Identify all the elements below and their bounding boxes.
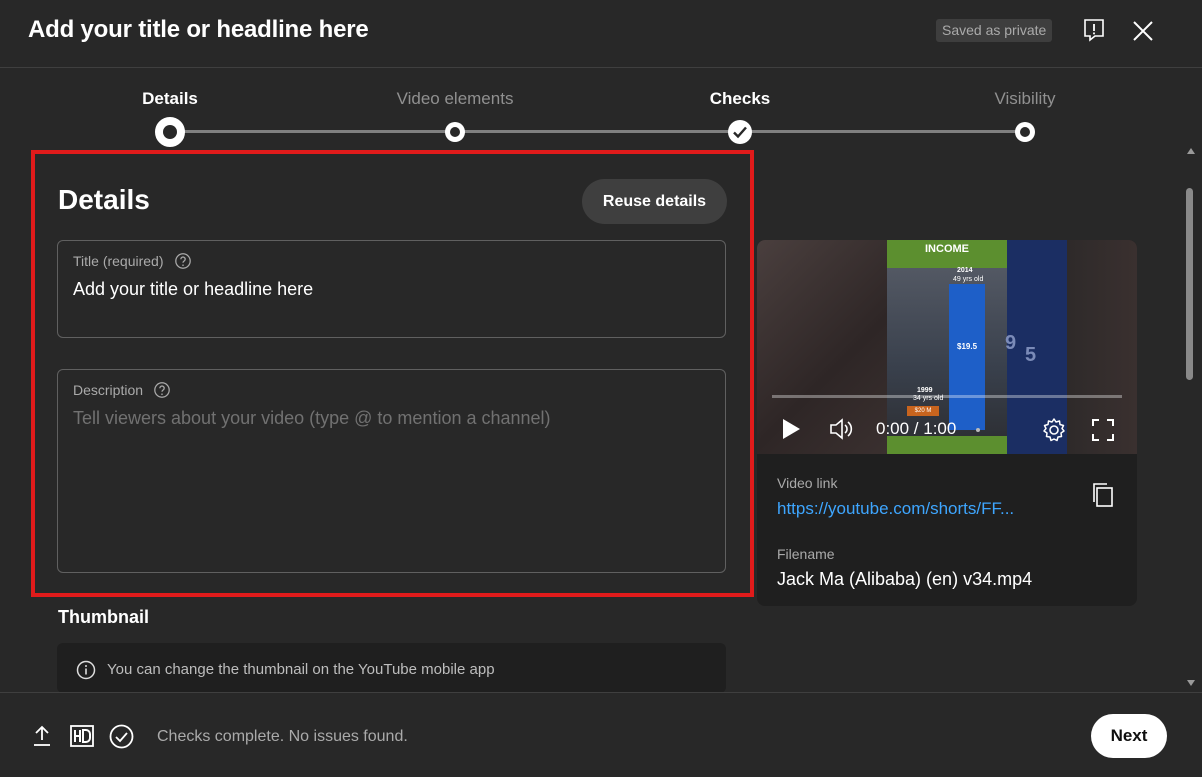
content-scrollbar[interactable]: [1184, 148, 1198, 690]
video-frame-year-top: 2014: [957, 267, 973, 274]
settings-gear-icon[interactable]: [1041, 417, 1067, 443]
volume-icon[interactable]: [829, 417, 855, 441]
scroll-down-arrow-icon[interactable]: [1187, 680, 1195, 686]
video-frame-left: [757, 240, 887, 454]
video-frame-digit-2: 5: [1025, 344, 1037, 366]
step-video-elements-label[interactable]: Video elements: [397, 89, 514, 109]
video-frame-digit-1: 9: [1005, 332, 1017, 354]
saved-status-badge: Saved as private: [936, 19, 1053, 42]
thumbnail-info-text: You can change the thumbnail on the YouT…: [107, 661, 495, 678]
title-field-label: Title (required): [73, 252, 192, 270]
video-frame-bar-value: $19.5: [957, 342, 978, 351]
step-checks-label[interactable]: Checks: [710, 89, 770, 109]
step-details-label[interactable]: Details: [142, 89, 198, 109]
filename-label: Filename: [777, 546, 835, 562]
step-details-dot[interactable]: [155, 117, 185, 147]
dialog-title: Add your title or headline here: [28, 16, 369, 43]
next-button[interactable]: Next: [1091, 714, 1167, 758]
video-progress-bar[interactable]: [772, 395, 1122, 398]
video-frame-banner-text: INCOME: [925, 243, 969, 255]
video-link[interactable]: https://youtube.com/shorts/FF...: [777, 499, 1052, 519]
step-visibility-label[interactable]: Visibility: [994, 89, 1055, 109]
reuse-details-button[interactable]: Reuse details: [582, 179, 727, 224]
thumbnail-info-box: You can change the thumbnail on the YouT…: [57, 643, 726, 693]
checks-complete-icon: [109, 724, 134, 749]
scroll-up-arrow-icon[interactable]: [1187, 148, 1195, 154]
title-input-value[interactable]: Add your title or headline here: [73, 279, 313, 300]
upload-icon: [34, 725, 50, 746]
title-field[interactable]: Title (required) Add your title or headl…: [57, 240, 726, 338]
filename-value: Jack Ma (Alibaba) (en) v34.mp4: [777, 569, 1033, 589]
video-time-separator: [976, 428, 980, 432]
description-input-placeholder[interactable]: Tell viewers about your video (type @ to…: [73, 408, 551, 429]
help-icon[interactable]: [174, 252, 192, 270]
stepper-track: [170, 130, 1025, 133]
video-frame-year-bottom: 1999: [917, 387, 933, 394]
play-icon[interactable]: [781, 418, 801, 440]
video-frame-amount: $20 M: [907, 406, 939, 416]
scrollbar-thumb[interactable]: [1186, 188, 1193, 380]
checks-status-text: Checks complete. No issues found.: [157, 728, 408, 745]
dialog-footer: Checks complete. No issues found. Next: [0, 692, 1202, 777]
fullscreen-icon[interactable]: [1092, 419, 1114, 441]
step-checks-dot[interactable]: [728, 120, 752, 144]
video-link-label: Video link: [777, 475, 838, 491]
info-icon: [76, 660, 96, 680]
copy-icon[interactable]: [1091, 482, 1115, 508]
upload-stepper: Details Video elements Checks Visibility: [0, 68, 1202, 148]
step-video-elements-dot[interactable]: [445, 122, 465, 142]
video-player[interactable]: INCOME 2014 49 yrs old $19.5 9 5 1999 34…: [757, 240, 1137, 454]
video-preview-card: INCOME 2014 49 yrs old $19.5 9 5 1999 34…: [757, 240, 1137, 606]
help-icon[interactable]: [153, 381, 171, 399]
dialog-header: Add your title or headline here Saved as…: [0, 0, 1202, 68]
close-icon[interactable]: [1130, 18, 1156, 44]
check-icon: [733, 126, 747, 139]
title-label-text: Title (required): [73, 253, 164, 269]
video-frame-chart-bar: [949, 284, 985, 430]
thumbnail-heading: Thumbnail: [58, 607, 149, 627]
hd-icon: [70, 725, 94, 747]
step-visibility-dot[interactable]: [1015, 122, 1035, 142]
description-field[interactable]: Description Tell viewers about your vide…: [57, 369, 726, 573]
video-frame-age-top: 49 yrs old: [953, 276, 984, 283]
video-time: 0:00 / 1:00: [876, 419, 957, 438]
feedback-icon[interactable]: [1082, 18, 1106, 42]
details-heading: Details: [58, 184, 150, 215]
description-field-label: Description: [73, 381, 171, 399]
description-label-text: Description: [73, 382, 144, 398]
